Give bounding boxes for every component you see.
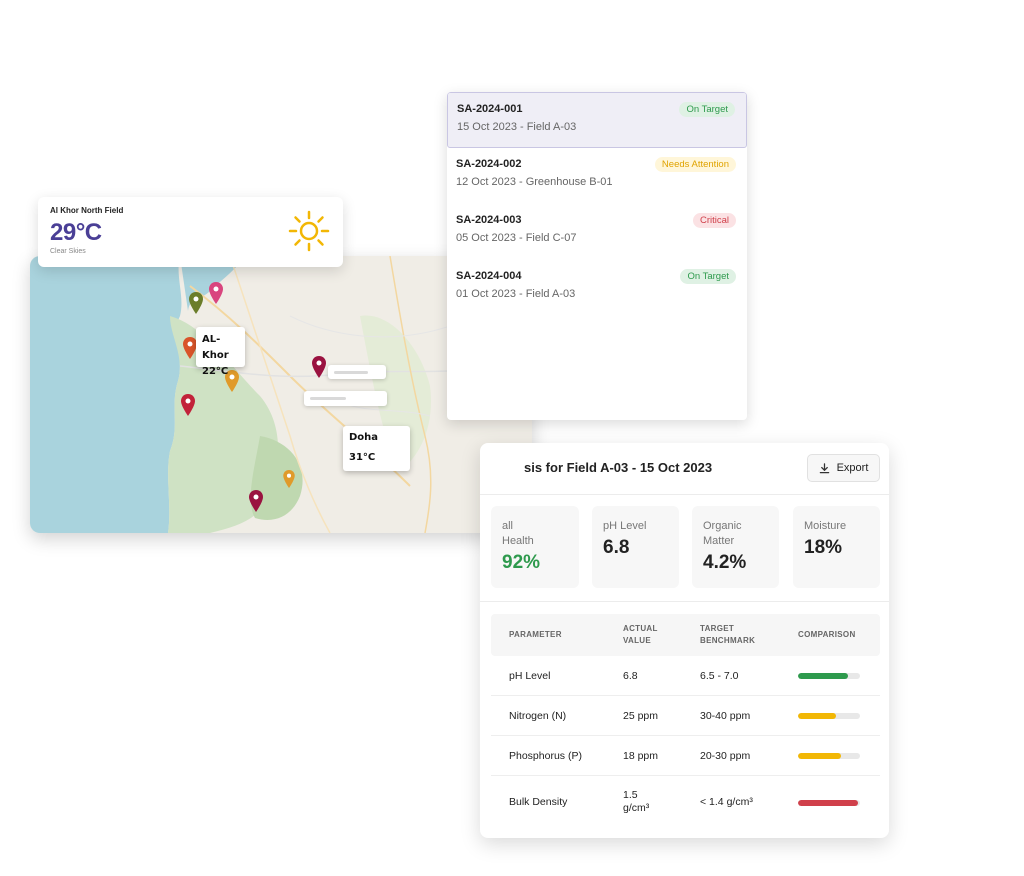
column-header: PARAMETER (509, 630, 562, 639)
status-badge: On Target (680, 269, 736, 284)
stat-ph-level: pH Level 6.8 (592, 506, 679, 588)
analysis-meta: 05 Oct 2023 - Field C-07 (456, 232, 577, 244)
cell-target: < 1.4 g/cm³ (700, 796, 753, 808)
list-item[interactable]: SA-2024-002 12 Oct 2023 - Greenhouse B-0… (447, 148, 747, 204)
analysis-meta: 15 Oct 2023 - Field A-03 (457, 121, 577, 133)
analysis-meta: 12 Oct 2023 - Greenhouse B-01 (456, 176, 613, 188)
cell-parameter: Nitrogen (N) (509, 710, 567, 722)
sun-icon (288, 210, 330, 252)
stat-value: 18% (804, 537, 843, 558)
column-header: TARGET BENCHMARK (700, 624, 756, 645)
cell-target: 30-40 ppm (700, 710, 751, 722)
map-label-temp: 22°C (202, 366, 229, 377)
download-icon (819, 462, 829, 473)
cell-actual: 18 ppm (623, 750, 659, 762)
map-pin[interactable] (189, 292, 203, 314)
divider (480, 601, 889, 602)
status-badge: On Target (679, 102, 735, 117)
weather-card: Al Khor North Field 29°C Clear Skies (38, 197, 343, 267)
map-pin[interactable] (283, 470, 297, 492)
table-row: Phosphorus (P) 18 ppm 20-30 ppm (491, 736, 880, 776)
comparison-bar (798, 673, 860, 679)
analysis-meta: 01 Oct 2023 - Field A-03 (456, 288, 576, 300)
cell-actual: 25 ppm (623, 710, 659, 722)
analysis-detail-card: sis for Field A-03 - 15 Oct 2023 Export … (480, 443, 889, 838)
list-item[interactable]: SA-2024-003 05 Oct 2023 - Field C-07 Cri… (447, 204, 747, 260)
stat-label: all Health (502, 520, 534, 547)
stat-value: 6.8 (603, 537, 630, 558)
map-placeholder-chip (328, 365, 386, 379)
status-badge: Critical (692, 213, 736, 228)
cell-parameter: pH Level (509, 670, 551, 682)
table-row: Bulk Density 1.5 g/cm³ < 1.4 g/cm³ (491, 776, 880, 828)
list-item[interactable]: SA-2024-001 15 Oct 2023 - Field A-03 On … (447, 92, 747, 148)
map-label-temp: 31°C (349, 452, 376, 463)
comparison-bar (798, 800, 860, 806)
cell-parameter: Phosphorus (P) (509, 750, 582, 762)
map-label-city: Doha (349, 432, 379, 443)
stat-overall-health: all Health 92% (491, 506, 579, 588)
list-item[interactable]: SA-2024-004 01 Oct 2023 - Field A-03 On … (447, 260, 747, 316)
cell-target: 6.5 - 7.0 (700, 670, 739, 682)
cell-actual: 6.8 (623, 670, 638, 682)
stat-label: Moisture (804, 520, 847, 532)
soil-analysis-list: SA-2024-001 15 Oct 2023 - Field A-03 On … (447, 92, 747, 420)
cell-actual: 1.5 g/cm³ (623, 789, 650, 814)
column-header: ACTUAL VALUE (623, 624, 658, 645)
stat-value: 4.2% (703, 552, 747, 573)
detail-title: sis for Field A-03 - 15 Oct 2023 (524, 460, 713, 475)
table-row: Nitrogen (N) 25 ppm 30-40 ppm (491, 696, 880, 736)
map-pin[interactable] (183, 337, 197, 359)
cell-parameter: Bulk Density (509, 796, 568, 808)
map-label-al-khor: AL-Khor 22°C (196, 327, 245, 377)
comparison-bar (798, 713, 860, 719)
stat-label: Organic Matter (703, 520, 742, 547)
table-header: PARAMETER ACTUAL VALUE TARGET BENCHMARK … (491, 614, 880, 656)
stat-label: pH Level (603, 520, 647, 532)
comparison-fill (798, 753, 842, 759)
column-header: COMPARISON (798, 630, 856, 639)
status-badge: Needs Attention (654, 157, 736, 172)
export-button[interactable]: Export (807, 454, 880, 482)
map-label-city: AL-Khor (202, 334, 229, 361)
map-label-doha: Doha 31°C (343, 426, 410, 471)
comparison-bar (798, 753, 860, 759)
map-pin[interactable] (249, 490, 263, 512)
parameter-table: PARAMETER ACTUAL VALUE TARGET BENCHMARK … (491, 614, 880, 828)
map-pin[interactable] (181, 394, 195, 416)
map-placeholder-chip (304, 391, 387, 406)
divider (480, 494, 889, 495)
map-pin[interactable] (312, 356, 326, 378)
stat-value: 92% (502, 552, 541, 573)
comparison-fill (798, 713, 837, 719)
stat-moisture: Moisture 18% (793, 506, 880, 588)
comparison-fill (798, 673, 848, 679)
cell-target: 20-30 ppm (700, 750, 751, 762)
export-label: Export (836, 462, 869, 474)
stat-organic-matter: Organic Matter 4.2% (692, 506, 779, 588)
table-row: pH Level 6.8 6.5 - 7.0 (491, 656, 880, 696)
comparison-fill (798, 800, 858, 806)
map-pin[interactable] (209, 282, 223, 304)
